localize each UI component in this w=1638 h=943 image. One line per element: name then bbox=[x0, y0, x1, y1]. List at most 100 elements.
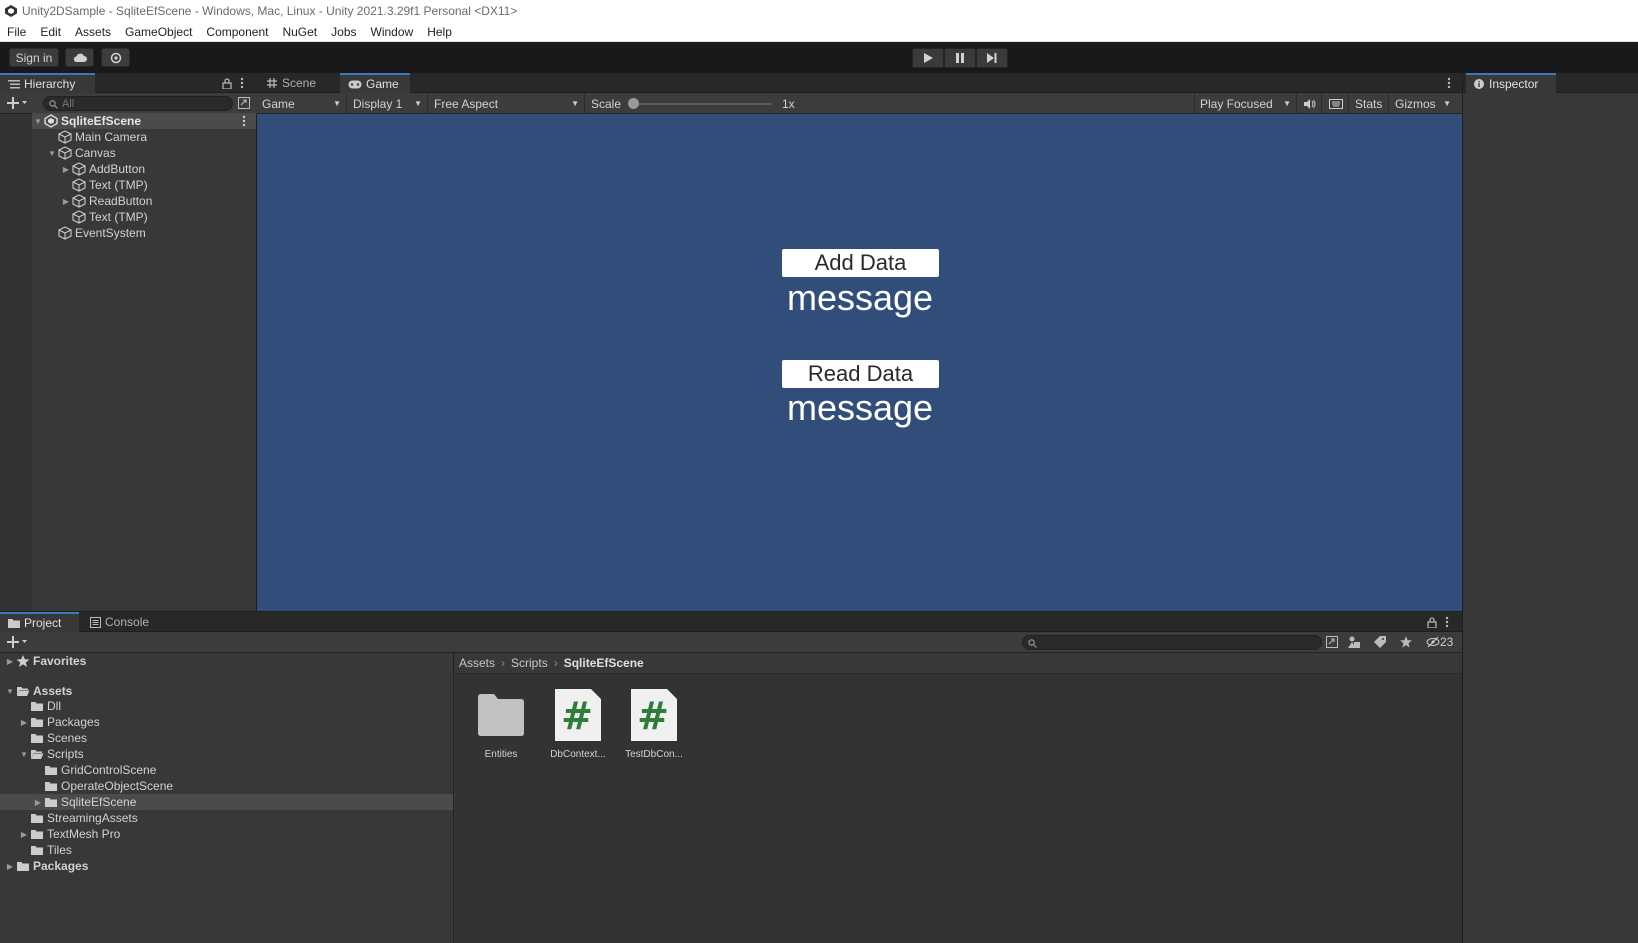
read-data-button[interactable]: Read Data bbox=[782, 360, 939, 388]
collapse-arrow-icon[interactable]: ▼ bbox=[4, 687, 16, 696]
menu-nuget[interactable]: NuGet bbox=[275, 25, 324, 39]
play-button[interactable] bbox=[912, 48, 944, 68]
inspector-tabbar: Inspector bbox=[1463, 73, 1638, 93]
hidden-packages-toggle[interactable]: 23 bbox=[1426, 635, 1453, 649]
play-focused-dropdown[interactable]: Play Focused ▼ bbox=[1194, 93, 1297, 114]
cloud-button[interactable] bbox=[65, 48, 94, 67]
search-mode-icon[interactable] bbox=[1326, 636, 1338, 648]
shortcut-mode-button[interactable] bbox=[1323, 93, 1349, 114]
mute-audio-button[interactable] bbox=[1298, 93, 1322, 114]
tab-game[interactable]: Game bbox=[340, 73, 410, 93]
kebab-menu-icon[interactable] bbox=[240, 77, 244, 89]
menu-edit[interactable]: Edit bbox=[33, 25, 68, 39]
tab-scene[interactable]: Scene bbox=[259, 73, 333, 93]
hierarchy-item-scene[interactable]: ▼ SqliteEfScene bbox=[32, 113, 256, 129]
menu-gameobject[interactable]: GameObject bbox=[118, 25, 199, 39]
scene-visibility-icon[interactable] bbox=[238, 97, 250, 109]
filter-by-type-icon[interactable] bbox=[1348, 636, 1362, 648]
tree-item-gridcontrolscene[interactable]: GridControlScene bbox=[44, 762, 156, 778]
kebab-menu-icon[interactable] bbox=[1445, 616, 1449, 628]
breadcrumb-sqliteefscene[interactable]: SqliteEfScene bbox=[564, 656, 644, 670]
kebab-menu-icon[interactable] bbox=[1447, 77, 1451, 89]
tree-item-label: Scripts bbox=[47, 747, 84, 761]
asset-dbcontext-script[interactable]: # DbContext... bbox=[542, 687, 614, 760]
collapse-arrow-icon[interactable]: ▼ bbox=[18, 750, 30, 759]
tab-hierarchy[interactable]: Hierarchy bbox=[0, 73, 95, 93]
lock-icon[interactable] bbox=[1427, 617, 1437, 628]
tree-item-streamingassets[interactable]: StreamingAssets bbox=[30, 810, 138, 826]
stats-button[interactable]: Stats bbox=[1350, 93, 1389, 114]
display-dropdown[interactable]: Display 1 ▼ bbox=[348, 93, 428, 114]
chevron-down-icon: ▼ bbox=[333, 99, 341, 108]
tree-item-scripts[interactable]: ▼ Scripts bbox=[18, 746, 84, 762]
add-icon[interactable] bbox=[7, 97, 27, 109]
expand-arrow-icon[interactable]: ▶ bbox=[18, 830, 30, 839]
tree-item-packages[interactable]: ▶ Packages bbox=[18, 714, 100, 730]
tab-inspector[interactable]: Inspector bbox=[1466, 73, 1556, 93]
tree-item-operateobjectscene[interactable]: OperateObjectScene bbox=[44, 778, 173, 794]
tree-item-tiles[interactable]: Tiles bbox=[30, 842, 72, 858]
menu-help[interactable]: Help bbox=[420, 25, 459, 39]
expand-arrow-icon[interactable]: ▶ bbox=[4, 657, 16, 666]
hierarchy-item-readbutton[interactable]: ▶ ReadButton bbox=[60, 193, 152, 209]
gameobject-cube-icon bbox=[72, 194, 86, 208]
add-data-button[interactable]: Add Data bbox=[782, 249, 939, 277]
menu-window[interactable]: Window bbox=[364, 25, 421, 39]
gameobject-cube-icon bbox=[72, 178, 86, 192]
tree-item-root-packages[interactable]: ▶ Packages bbox=[4, 858, 88, 874]
scale-slider-handle[interactable] bbox=[628, 98, 639, 109]
folder-icon bbox=[31, 814, 43, 823]
tree-item-assets[interactable]: ▼ Assets bbox=[4, 683, 72, 699]
collapse-arrow-icon[interactable]: ▼ bbox=[46, 149, 58, 158]
hierarchy-item-canvas[interactable]: ▼ Canvas bbox=[46, 145, 116, 161]
sign-in-button[interactable]: Sign in bbox=[9, 48, 59, 67]
game-render-canvas[interactable]: Add Data message Read Data message bbox=[257, 114, 1462, 611]
hierarchy-item-main-camera[interactable]: Main Camera bbox=[58, 129, 147, 145]
tree-item-dll[interactable]: Dll bbox=[30, 698, 61, 714]
aspect-dropdown[interactable]: Free Aspect ▼ bbox=[429, 93, 585, 114]
step-icon bbox=[987, 53, 997, 63]
step-button[interactable] bbox=[976, 48, 1008, 68]
asset-testdbcontext-script[interactable]: # TestDbCon... bbox=[618, 687, 690, 760]
scale-slider-track[interactable] bbox=[632, 103, 772, 105]
menu-jobs[interactable]: Jobs bbox=[324, 25, 363, 39]
tag-icon[interactable] bbox=[1374, 636, 1386, 648]
tab-project[interactable]: Project bbox=[0, 612, 79, 632]
expand-arrow-icon[interactable]: ▶ bbox=[32, 798, 44, 807]
tree-item-textmeshpro[interactable]: ▶ TextMesh Pro bbox=[18, 826, 120, 842]
project-search-input[interactable] bbox=[1022, 635, 1322, 650]
tree-item-favorites[interactable]: ▶ Favorites bbox=[4, 653, 86, 669]
pause-button[interactable] bbox=[944, 48, 976, 68]
hierarchy-item-text-tmp[interactable]: Text (TMP) bbox=[72, 209, 148, 225]
folder-icon bbox=[31, 702, 43, 711]
add-icon[interactable] bbox=[7, 636, 27, 648]
play-focused-value: Play Focused bbox=[1200, 96, 1273, 111]
gizmos-dropdown[interactable]: Gizmos ▼ bbox=[1390, 93, 1456, 114]
csharp-script-icon: # bbox=[552, 687, 604, 743]
breadcrumb-scripts[interactable]: Scripts bbox=[511, 656, 548, 670]
tree-item-sqliteefscene[interactable]: ▶ SqliteEfScene bbox=[0, 794, 453, 810]
menu-component[interactable]: Component bbox=[199, 25, 275, 39]
breadcrumb-assets[interactable]: Assets bbox=[459, 656, 495, 670]
star-icon[interactable] bbox=[1400, 636, 1412, 648]
hierarchy-item-addbutton[interactable]: ▶ AddButton bbox=[60, 161, 145, 177]
menu-file[interactable]: File bbox=[0, 25, 33, 39]
kebab-menu-icon[interactable] bbox=[242, 115, 246, 127]
game-mode-dropdown[interactable]: Game ▼ bbox=[257, 93, 347, 114]
expand-arrow-icon[interactable]: ▶ bbox=[18, 718, 30, 727]
expand-arrow-icon[interactable]: ▶ bbox=[4, 862, 16, 871]
hierarchy-item-eventsystem[interactable]: EventSystem bbox=[58, 225, 146, 241]
tree-item-scenes[interactable]: Scenes bbox=[30, 730, 87, 746]
breadcrumb: Assets › Scripts › SqliteEfScene bbox=[455, 653, 1462, 674]
aspect-value: Free Aspect bbox=[434, 96, 499, 111]
asset-entities-folder[interactable]: Entities bbox=[465, 687, 537, 760]
collapse-arrow-icon[interactable]: ▼ bbox=[32, 117, 44, 126]
hierarchy-search-input[interactable]: All bbox=[43, 96, 233, 111]
expand-arrow-icon[interactable]: ▶ bbox=[60, 165, 72, 174]
menu-assets[interactable]: Assets bbox=[68, 25, 118, 39]
tab-console[interactable]: Console bbox=[82, 612, 162, 632]
hierarchy-item-text-tmp[interactable]: Text (TMP) bbox=[72, 177, 148, 193]
collab-settings-button[interactable] bbox=[101, 48, 130, 67]
expand-arrow-icon[interactable]: ▶ bbox=[60, 197, 72, 206]
lock-icon[interactable] bbox=[222, 78, 232, 89]
